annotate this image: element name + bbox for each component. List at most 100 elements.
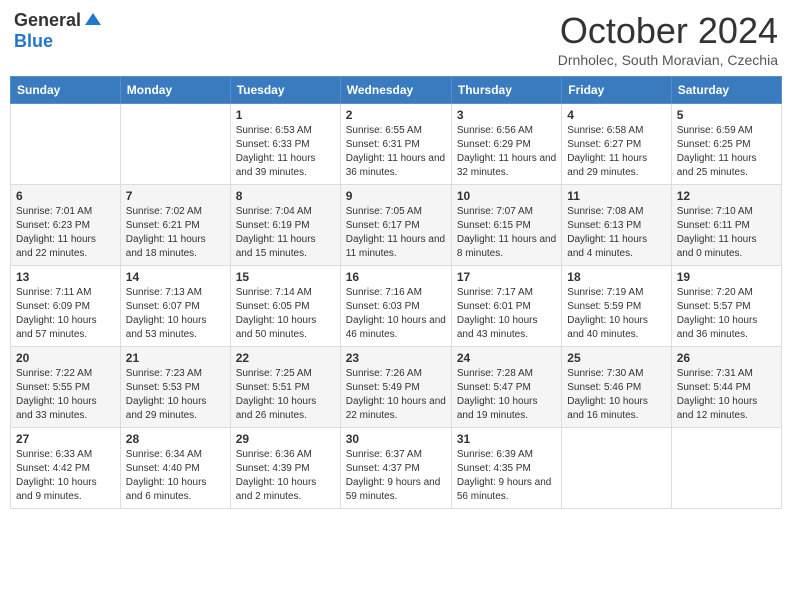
day-number: 6	[16, 189, 115, 203]
day-number: 2	[346, 108, 446, 122]
calendar-cell: 27 Sunrise: 6:33 AM Sunset: 4:42 PM Dayli…	[11, 428, 121, 509]
day-number: 21	[126, 351, 225, 365]
day-info: Sunrise: 7:20 AM Sunset: 5:57 PM Dayligh…	[677, 286, 776, 342]
day-info: Sunrise: 7:04 AM Sunset: 6:19 PM Dayligh…	[236, 205, 335, 261]
day-number: 1	[236, 108, 335, 122]
calendar-cell: 30Sunrise: 6:37 AM Sunset: 4:37 PM Dayli…	[340, 428, 451, 509]
title-area: October 2024 Drnholec, South Moravian, C…	[558, 10, 778, 68]
day-number: 31	[457, 432, 556, 446]
calendar-cell: 19Sunrise: 7:20 AM Sunset: 5:57 PM Dayli…	[671, 266, 781, 347]
calendar-cell: 22Sunrise: 7:25 AM Sunset: 5:51 PM Dayli…	[230, 347, 340, 428]
day-info: Sunrise: 7:30 AM Sunset: 5:46 PM Dayligh…	[567, 367, 665, 423]
day-info: Sunrise: 7:28 AM Sunset: 5:47 PM Dayligh…	[457, 367, 556, 423]
day-number: 15	[236, 270, 335, 284]
day-number: 18	[567, 270, 665, 284]
day-info: Sunrise: 7:05 AM Sunset: 6:17 PM Dayligh…	[346, 205, 446, 261]
day-number: 25	[567, 351, 665, 365]
day-number: 16	[346, 270, 446, 284]
day-info: Sunrise: 7:17 AM Sunset: 6:01 PM Dayligh…	[457, 286, 556, 342]
calendar-cell: 5Sunrise: 6:59 AM Sunset: 6:25 PM Daylig…	[671, 104, 781, 185]
calendar-cell: 4 Sunrise: 6:58 AM Sunset: 6:27 PM Daylig…	[562, 104, 671, 185]
day-of-week-header: Friday	[562, 77, 671, 104]
calendar-cell: 16 Sunrise: 7:16 AM Sunset: 6:03 PM Dayli…	[340, 266, 451, 347]
day-info: Sunrise: 6:34 AM Sunset: 4:40 PM Dayligh…	[126, 448, 225, 504]
day-number: 3	[457, 108, 556, 122]
calendar-cell: 28Sunrise: 6:34 AM Sunset: 4:40 PM Dayli…	[120, 428, 230, 509]
calendar-week-row: 1 Sunrise: 6:53 AM Sunset: 6:33 PM Daylig…	[11, 104, 782, 185]
day-info: Sunrise: 7:07 AM Sunset: 6:15 PM Dayligh…	[457, 205, 556, 261]
calendar-cell: 15 Sunrise: 7:14 AM Sunset: 6:05 PM Dayli…	[230, 266, 340, 347]
day-number: 29	[236, 432, 335, 446]
day-number: 4	[567, 108, 665, 122]
day-number: 27	[16, 432, 115, 446]
month-title: October 2024	[558, 10, 778, 52]
day-info: Sunrise: 7:02 AM Sunset: 6:21 PM Dayligh…	[126, 205, 225, 261]
logo-general-text: General	[14, 10, 81, 31]
day-number: 13	[16, 270, 115, 284]
day-info: Sunrise: 6:39 AM Sunset: 4:35 PM Dayligh…	[457, 448, 556, 504]
calendar-cell: 1 Sunrise: 6:53 AM Sunset: 6:33 PM Daylig…	[230, 104, 340, 185]
calendar-cell: 20Sunrise: 7:22 AM Sunset: 5:55 PM Dayli…	[11, 347, 121, 428]
day-info: Sunrise: 7:31 AM Sunset: 5:44 PM Dayligh…	[677, 367, 776, 423]
day-info: Sunrise: 6:55 AM Sunset: 6:31 PM Dayligh…	[346, 124, 446, 180]
day-number: 7	[126, 189, 225, 203]
day-info: Sunrise: 7:16 AM Sunset: 6:03 PM Dayligh…	[346, 286, 446, 342]
logo-icon	[83, 11, 103, 31]
day-number: 24	[457, 351, 556, 365]
calendar-cell	[671, 428, 781, 509]
day-info: Sunrise: 6:53 AM Sunset: 6:33 PM Dayligh…	[236, 124, 335, 180]
calendar-cell: 21Sunrise: 7:23 AM Sunset: 5:53 PM Dayli…	[120, 347, 230, 428]
day-info: Sunrise: 7:14 AM Sunset: 6:05 PM Dayligh…	[236, 286, 335, 342]
day-info: Sunrise: 7:22 AM Sunset: 5:55 PM Dayligh…	[16, 367, 115, 423]
calendar-table: SundayMondayTuesdayWednesdayThursdayFrid…	[10, 76, 782, 509]
calendar-cell: 23Sunrise: 7:26 AM Sunset: 5:49 PM Dayli…	[340, 347, 451, 428]
day-of-week-header: Saturday	[671, 77, 781, 104]
calendar-week-row: 20Sunrise: 7:22 AM Sunset: 5:55 PM Dayli…	[11, 347, 782, 428]
day-of-week-header: Tuesday	[230, 77, 340, 104]
day-number: 14	[126, 270, 225, 284]
day-of-week-header: Thursday	[451, 77, 561, 104]
day-info: Sunrise: 6:36 AM Sunset: 4:39 PM Dayligh…	[236, 448, 335, 504]
day-number: 8	[236, 189, 335, 203]
calendar-cell: 17 Sunrise: 7:17 AM Sunset: 6:01 PM Dayli…	[451, 266, 561, 347]
day-info: Sunrise: 7:10 AM Sunset: 6:11 PM Dayligh…	[677, 205, 776, 261]
logo-blue-text: Blue	[14, 31, 53, 52]
day-info: Sunrise: 7:08 AM Sunset: 6:13 PM Dayligh…	[567, 205, 665, 261]
calendar-week-row: 13 Sunrise: 7:11 AM Sunset: 6:09 PM Dayli…	[11, 266, 782, 347]
day-info: Sunrise: 6:33 AM Sunset: 4:42 PM Dayligh…	[16, 448, 115, 504]
calendar-cell: 8 Sunrise: 7:04 AM Sunset: 6:19 PM Daylig…	[230, 185, 340, 266]
day-info: Sunrise: 6:59 AM Sunset: 6:25 PM Dayligh…	[677, 124, 776, 180]
day-of-week-header: Monday	[120, 77, 230, 104]
logo: General Blue	[14, 10, 103, 52]
day-info: Sunrise: 7:01 AM Sunset: 6:23 PM Dayligh…	[16, 205, 115, 261]
day-info: Sunrise: 7:25 AM Sunset: 5:51 PM Dayligh…	[236, 367, 335, 423]
calendar-week-row: 6 Sunrise: 7:01 AM Sunset: 6:23 PM Daylig…	[11, 185, 782, 266]
day-info: Sunrise: 6:56 AM Sunset: 6:29 PM Dayligh…	[457, 124, 556, 180]
calendar-cell: 24 Sunrise: 7:28 AM Sunset: 5:47 PM Dayli…	[451, 347, 561, 428]
calendar-cell: 7 Sunrise: 7:02 AM Sunset: 6:21 PM Daylig…	[120, 185, 230, 266]
calendar-cell: 9 Sunrise: 7:05 AM Sunset: 6:17 PM Daylig…	[340, 185, 451, 266]
day-info: Sunrise: 7:19 AM Sunset: 5:59 PM Dayligh…	[567, 286, 665, 342]
calendar-cell: 12Sunrise: 7:10 AM Sunset: 6:11 PM Dayli…	[671, 185, 781, 266]
day-number: 11	[567, 189, 665, 203]
day-of-week-header: Wednesday	[340, 77, 451, 104]
day-info: Sunrise: 6:37 AM Sunset: 4:37 PM Dayligh…	[346, 448, 446, 504]
day-info: Sunrise: 6:58 AM Sunset: 6:27 PM Dayligh…	[567, 124, 665, 180]
calendar-cell: 31 Sunrise: 6:39 AM Sunset: 4:35 PM Dayli…	[451, 428, 561, 509]
day-number: 17	[457, 270, 556, 284]
calendar-cell: 25 Sunrise: 7:30 AM Sunset: 5:46 PM Dayli…	[562, 347, 671, 428]
day-number: 9	[346, 189, 446, 203]
calendar-cell: 13 Sunrise: 7:11 AM Sunset: 6:09 PM Dayli…	[11, 266, 121, 347]
calendar-cell	[11, 104, 121, 185]
calendar-header: SundayMondayTuesdayWednesdayThursdayFrid…	[11, 77, 782, 104]
day-info: Sunrise: 7:11 AM Sunset: 6:09 PM Dayligh…	[16, 286, 115, 342]
calendar-body: 1 Sunrise: 6:53 AM Sunset: 6:33 PM Daylig…	[11, 104, 782, 509]
location-subtitle: Drnholec, South Moravian, Czechia	[558, 52, 778, 68]
page-header: General Blue October 2024 Drnholec, Sout…	[10, 10, 782, 68]
calendar-week-row: 27 Sunrise: 6:33 AM Sunset: 4:42 PM Dayli…	[11, 428, 782, 509]
calendar-cell: 6 Sunrise: 7:01 AM Sunset: 6:23 PM Daylig…	[11, 185, 121, 266]
day-info: Sunrise: 7:26 AM Sunset: 5:49 PM Dayligh…	[346, 367, 446, 423]
days-header-row: SundayMondayTuesdayWednesdayThursdayFrid…	[11, 77, 782, 104]
calendar-cell: 29 Sunrise: 6:36 AM Sunset: 4:39 PM Dayli…	[230, 428, 340, 509]
calendar-cell: 26Sunrise: 7:31 AM Sunset: 5:44 PM Dayli…	[671, 347, 781, 428]
